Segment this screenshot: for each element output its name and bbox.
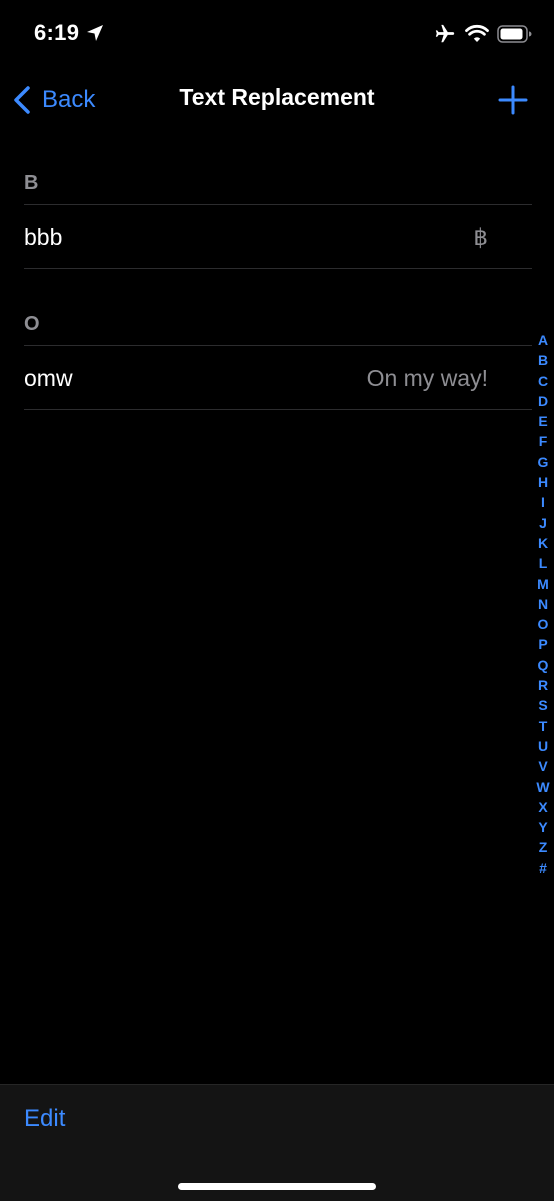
index-letter[interactable]: # (539, 858, 547, 878)
row-shortcut: ฿ (473, 224, 488, 250)
airplane-icon (435, 24, 455, 43)
index-letter[interactable]: N (538, 594, 548, 614)
index-letter[interactable]: J (539, 513, 547, 533)
home-indicator (178, 1183, 376, 1190)
index-letter[interactable]: D (538, 391, 548, 411)
divider (24, 409, 532, 410)
wifi-icon (465, 24, 489, 42)
navigation-bar: Back Text Replacement (0, 70, 554, 130)
index-letter[interactable]: K (538, 533, 548, 553)
index-letter[interactable]: Y (538, 817, 547, 837)
index-letter[interactable]: G (538, 452, 549, 472)
section-header-label: O (24, 313, 40, 335)
index-letter[interactable]: M (537, 574, 549, 594)
battery-icon (497, 25, 532, 43)
section-index[interactable]: A B C D E F G H I J K L M N O P Q R S T U V W X Y Z # (532, 330, 554, 878)
index-letter[interactable]: V (538, 756, 547, 776)
index-letter[interactable]: R (538, 675, 548, 695)
index-letter[interactable]: F (539, 431, 548, 451)
location-arrow-icon (87, 25, 103, 41)
index-letter[interactable]: O (538, 614, 549, 634)
index-letter[interactable]: E (538, 411, 547, 431)
index-letter[interactable]: W (536, 777, 549, 797)
index-letter[interactable]: T (539, 716, 548, 736)
plus-icon[interactable] (497, 84, 529, 116)
list-item[interactable]: omw On my way! (0, 346, 554, 409)
list-item[interactable]: bbb ฿ (0, 205, 554, 268)
section-header: B (0, 160, 554, 204)
status-time: 6:19 (34, 20, 80, 45)
index-letter[interactable]: I (541, 492, 545, 512)
index-letter[interactable]: U (538, 736, 548, 756)
page-title: Text Replacement (179, 84, 375, 110)
status-bar: 6:19 (0, 0, 554, 70)
section-o: O omw On my way! (0, 301, 554, 410)
index-letter[interactable]: X (538, 797, 547, 817)
bottom-toolbar: Edit (0, 1084, 554, 1201)
index-letter[interactable]: C (538, 371, 548, 391)
text-replacement-list: B bbb ฿ O omw On my way! (0, 160, 554, 410)
index-letter[interactable]: A (538, 330, 548, 350)
row-phrase: bbb (24, 224, 63, 250)
index-letter[interactable]: Z (539, 837, 548, 857)
section-header-label: B (24, 172, 39, 194)
section-b: B bbb ฿ (0, 160, 554, 269)
index-letter[interactable]: B (538, 350, 548, 370)
edit-button[interactable]: Edit (24, 1105, 65, 1133)
index-letter[interactable]: S (538, 695, 547, 715)
index-letter[interactable]: P (538, 634, 547, 654)
section-header: O (0, 301, 554, 345)
row-phrase: omw (24, 365, 73, 391)
index-letter[interactable]: H (538, 472, 548, 492)
index-letter[interactable]: Q (538, 655, 549, 675)
row-shortcut: On my way! (366, 365, 488, 391)
index-letter[interactable]: L (539, 553, 548, 573)
